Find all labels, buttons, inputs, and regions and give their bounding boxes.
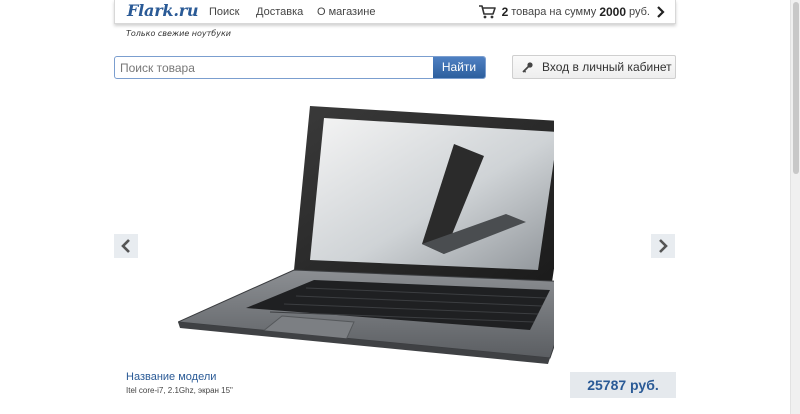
scrollbar-thumb[interactable] [793, 2, 799, 174]
cart-sum: 2000 [599, 5, 627, 19]
key-icon [522, 61, 533, 73]
search-bar: Найти [114, 56, 486, 79]
page-scrollbar[interactable] [790, 0, 800, 414]
product-name[interactable]: Название модели [126, 371, 216, 383]
site-logo[interactable]: Flark.ru [127, 1, 199, 20]
product-price: 25787 руб. [570, 372, 676, 398]
chevron-right-icon[interactable] [656, 6, 665, 18]
chevron-left-icon [121, 239, 130, 253]
chevron-right-icon [659, 239, 668, 253]
search-input[interactable] [115, 57, 433, 78]
product-image [178, 106, 554, 364]
cart-text: товара на сумму [511, 6, 597, 18]
nav-about[interactable]: О магазине [317, 6, 375, 18]
login-button[interactable]: Вход в личный кабинет [512, 55, 676, 79]
slider-next-button[interactable] [651, 234, 675, 258]
cart-count: 2 [501, 5, 509, 19]
product-specs: Itel core-i7, 2.1Ghz, экран 15" [126, 386, 233, 395]
login-label: Вход в личный кабинет [542, 60, 672, 74]
cart-summary[interactable]: 2 товара на сумму 2000 руб. [478, 4, 665, 20]
nav-delivery[interactable]: Доставка [256, 6, 303, 18]
site-tagline: Только свежие ноутбуки [126, 29, 232, 38]
search-button[interactable]: Найти [433, 57, 485, 78]
top-bar: Flark.ru Поиск Доставка О магазине 2 тов… [114, 0, 676, 24]
cart-currency: руб. [629, 6, 650, 18]
slider-prev-button[interactable] [114, 234, 138, 258]
shopping-cart-icon [478, 5, 496, 19]
nav-search[interactable]: Поиск [209, 6, 239, 18]
